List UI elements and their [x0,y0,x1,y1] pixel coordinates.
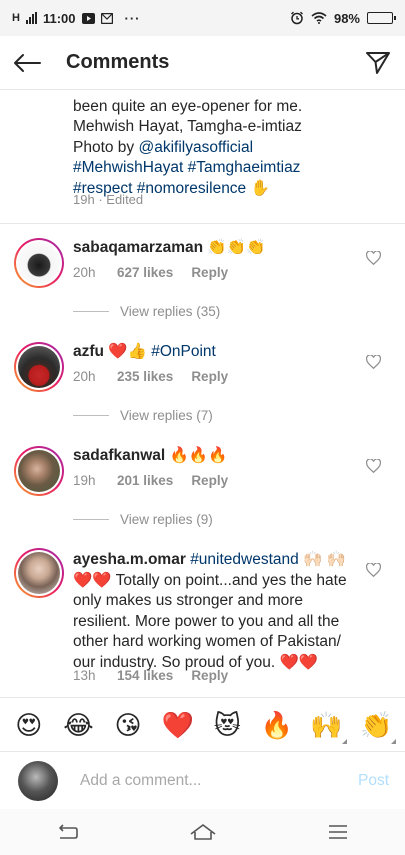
replies-dash [73,519,109,520]
wifi-icon [311,12,327,24]
caption-photo-credit: Photo by @akifilyasofficial [73,138,393,159]
view-replies-button[interactable]: View replies (35) [73,304,220,319]
signal-icon [25,12,37,24]
comment-meta: 20h 627 likes Reply [73,265,228,280]
comment-likes[interactable]: 154 likes [117,668,173,683]
send-icon [366,51,390,74]
hashtag-links[interactable]: #MehwishHayat #Tamghaeimtiaz [73,158,393,179]
youtube-notification-icon [81,12,95,24]
post-caption: been quite an eye-opener for me. been qu… [73,76,393,199]
view-replies-label: View replies (9) [120,512,213,527]
heart-icon [365,459,381,473]
emoji-quick-bar: 😍 😂 😘 ❤️ 😻 🔥 🙌 👏 [0,697,405,751]
like-comment-button[interactable] [362,351,384,373]
comment-username[interactable]: ayesha.m.omar [73,551,186,568]
comment-likes[interactable]: 235 likes [117,369,173,384]
comment-username[interactable]: azfu [73,343,104,360]
post-button[interactable]: Post [358,772,389,790]
reply-button[interactable]: Reply [191,668,228,683]
home-icon [190,824,215,840]
status-bar: H 11:00 ··· 98% [0,0,405,36]
system-nav-bar [0,809,405,855]
like-comment-button[interactable] [362,559,384,581]
caption-line: been quite an eye-opener for me. [73,97,303,115]
comment-likes[interactable]: 201 likes [117,473,173,488]
status-right: 98% [290,10,396,26]
status-left: H 11:00 ··· [12,11,141,26]
comment-text: ayesha.m.omar #unitedwestand 🙌🏻 🙌🏻❤️❤️ T… [73,550,363,673]
view-replies-button[interactable]: View replies (9) [73,512,213,527]
emoji-heart-eyes-button[interactable]: 😍 [9,712,49,738]
replies-dash [73,415,109,416]
comment-meta: 19h 201 likes Reply [73,473,228,488]
battery-percent: 98% [333,10,360,26]
comment-username[interactable]: sabaqamarzaman [73,239,203,256]
nav-back-button[interactable] [53,819,83,845]
replies-dash [73,311,109,312]
more-notifications-icon: ··· [124,10,141,26]
emoji-tears-of-joy-button[interactable]: 😂 [58,712,98,738]
comment-text: sadafkanwal 🔥🔥🔥 [73,446,363,467]
caption-line: Mehwish Hayat, Tamgha-e-imtiaz [73,118,302,135]
nav-back-icon [58,824,78,839]
emoji-clapping-button[interactable]: 👏 [356,712,397,744]
avatar [18,760,58,801]
comments-header: Comments [0,36,405,90]
view-replies-label: View replies (35) [120,304,221,319]
comment-time: 19h [73,473,96,488]
heart-icon [365,563,381,577]
view-replies-label: View replies (7) [120,408,213,423]
emoji-fire-button[interactable]: 🔥 [257,712,297,738]
emoji-kiss-button[interactable]: 😘 [108,712,148,738]
heart-icon [365,251,381,265]
comment-body: ❤️👍 [108,343,147,360]
hashtag-links[interactable]: #respect #nomoresilence ✋ [73,179,393,200]
comment-meta: 20h 235 likes Reply [73,369,228,384]
emoji-raised-hands-button[interactable]: 🙌 [307,712,347,744]
mention-link[interactable]: @akifilyasofficial [139,139,254,156]
status-time: 11:00 [42,10,76,26]
comment-username[interactable]: sadafkanwal [73,447,165,464]
hashtag-link[interactable]: #unitedwestand [190,551,299,568]
comment-body: 🔥🔥🔥 [169,447,228,464]
comment-likes[interactable]: 627 likes [117,265,173,280]
view-replies-button[interactable]: View replies (7) [73,408,213,423]
comment-time: 20h [73,265,96,280]
comment-input[interactable] [80,771,358,790]
avatar[interactable] [14,342,64,392]
comment-body: 🙌🏻 🙌🏻❤️❤️ Totally on point...and yes the… [73,551,347,671]
like-comment-button[interactable] [362,455,384,477]
comment-time: 20h [73,369,96,384]
arrow-left-icon [14,53,41,72]
heart-icon [365,355,381,369]
menu-icon [328,825,347,839]
caption-photo-by: Photo by [73,138,139,156]
comment-time: 13h [73,668,96,683]
alarm-icon [291,11,303,25]
comment-text: azfu ❤️👍 #OnPoint [73,342,363,363]
back-button[interactable] [12,48,42,78]
emoji-heart-eyes-cat-button[interactable]: 😻 [207,712,247,738]
mail-notification-icon [100,12,113,24]
comment-body: 👏👏👏 [207,239,266,256]
reply-button[interactable]: Reply [191,473,228,488]
avatar[interactable] [14,238,64,288]
network-type: H [12,12,20,24]
comment-composer: Post [0,751,405,809]
nav-menu-button[interactable] [323,819,353,845]
avatar[interactable] [14,548,64,598]
emoji-red-heart-button[interactable]: ❤️ [158,712,198,738]
like-comment-button[interactable] [362,247,384,269]
comment-meta: 13h 154 likes Reply [73,668,228,683]
reply-button[interactable]: Reply [191,265,228,280]
avatar[interactable] [14,446,64,496]
nav-home-button[interactable] [188,819,218,845]
page-title: Comments [66,51,170,73]
comment-text: sabaqamarzaman 👏👏👏 [73,238,363,259]
reply-button[interactable]: Reply [191,369,228,384]
share-button[interactable] [363,48,393,78]
battery-icon [367,12,396,24]
hashtag-link[interactable]: #OnPoint [151,343,216,360]
divider [0,223,405,224]
